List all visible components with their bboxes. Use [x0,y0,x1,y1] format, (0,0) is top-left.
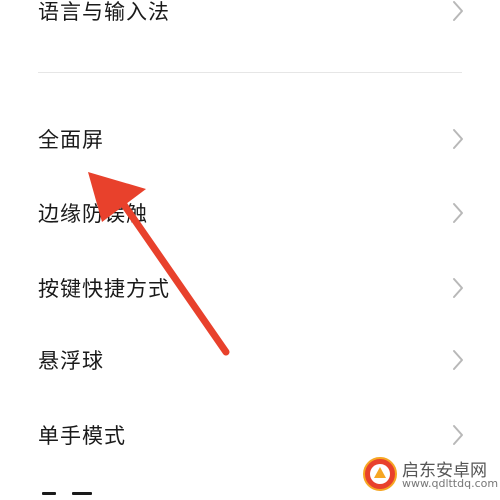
chevron-right-icon [453,1,463,21]
settings-item-edge-touch-protection[interactable]: 边缘防误触 [0,176,500,250]
settings-item-label: 语言与输入法 [38,0,170,24]
settings-item-floating-ball[interactable]: 悬浮球 [0,323,500,397]
text-fragment [42,492,56,495]
settings-item-full-screen[interactable]: 全面屏 [0,102,500,176]
settings-item-label: 按键快捷方式 [38,277,170,301]
chevron-right-icon [453,203,463,223]
settings-item-button-shortcuts[interactable]: 按键快捷方式 [0,251,500,325]
settings-item-label: 悬浮球 [38,349,104,373]
section-divider [38,72,462,73]
text-fragment [72,492,92,495]
settings-screen: 语言与输入法 全面屏 边缘防误触 按键快捷方式 悬浮球 单手模式 启东安卓网 w… [0,0,500,500]
watermark-site-url: www.qdlttdq.com [402,477,499,490]
settings-item-label: 边缘防误触 [38,202,148,226]
chevron-right-icon [453,425,463,445]
watermark: 启东安卓网 www.qdlttdq.com [362,454,498,494]
settings-item-label: 单手模式 [38,424,126,448]
chevron-right-icon [453,350,463,370]
chevron-right-icon [453,129,463,149]
chevron-right-icon [453,278,463,298]
site-logo-icon [363,457,397,491]
settings-item-label: 全面屏 [38,128,104,152]
settings-item-language-input[interactable]: 语言与输入法 [0,0,500,48]
settings-item-partial[interactable] [38,486,158,500]
